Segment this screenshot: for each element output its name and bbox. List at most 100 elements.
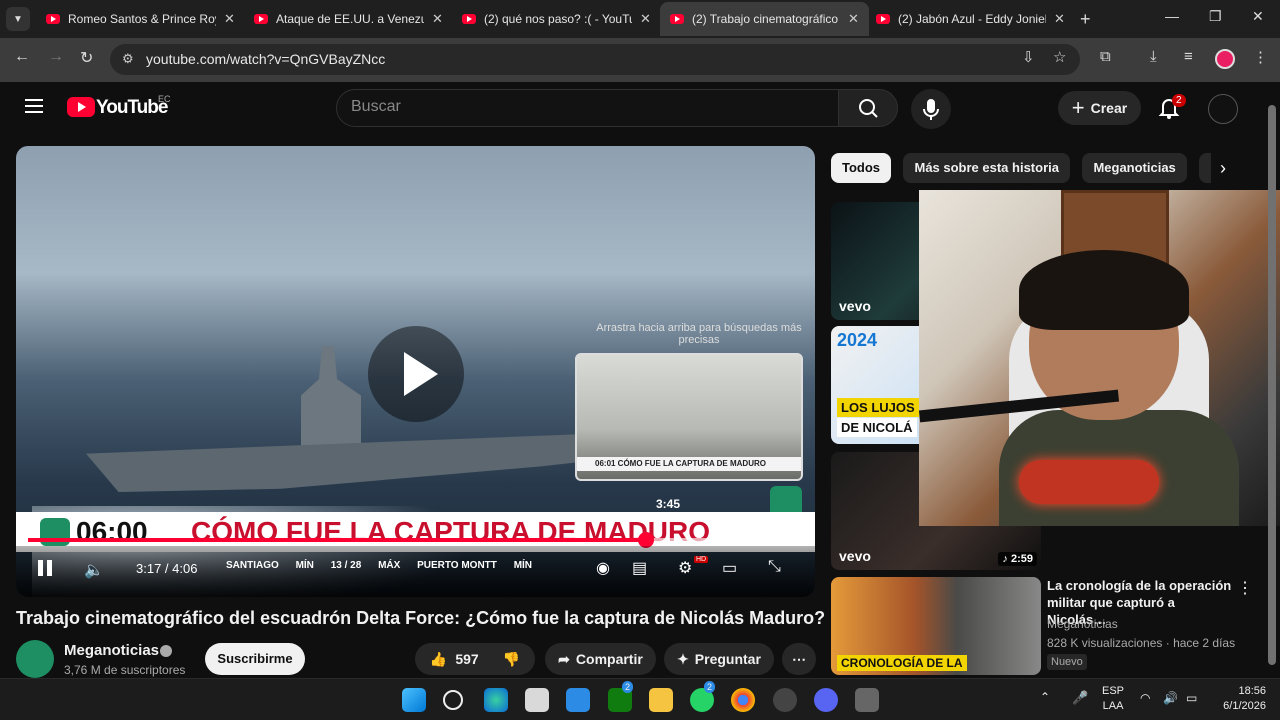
battery-icon[interactable]: ▭: [1186, 691, 1197, 706]
minimize-icon[interactable]: —: [1165, 8, 1179, 24]
pause-icon[interactable]: [38, 560, 52, 576]
reload-icon[interactable]: ↻: [80, 48, 93, 68]
vevo-label: vevo: [839, 298, 871, 314]
close-tab-icon[interactable]: ✕: [640, 11, 651, 27]
bookmark-star-icon[interactable]: ☆: [1053, 48, 1066, 66]
close-tab-icon[interactable]: ✕: [1054, 11, 1065, 27]
subtitles-icon[interactable]: ▤: [632, 558, 647, 578]
more-actions-button[interactable]: ⋯: [782, 643, 816, 675]
chrome-icon[interactable]: [731, 688, 755, 712]
windows-taskbar: 2 2 ⌃ 🎤 ESP LAA ◠ 🔊 ▭ 18:56 6/1/2026: [0, 678, 1280, 720]
share-button[interactable]: ➦ Compartir: [545, 643, 656, 675]
profile-avatar[interactable]: [1215, 49, 1235, 69]
clock[interactable]: 18:56 6/1/2026: [1212, 684, 1266, 714]
menu-icon[interactable]: [25, 99, 43, 113]
chip-story[interactable]: Más sobre esta historia: [903, 153, 1070, 183]
app-icon[interactable]: [566, 688, 590, 712]
back-icon[interactable]: ←: [14, 48, 30, 66]
file-explorer-icon[interactable]: [649, 688, 673, 712]
extensions-icon[interactable]: ⧉: [1100, 48, 1111, 65]
downloads-icon[interactable]: ⤓: [1150, 48, 1157, 65]
search-icon[interactable]: [443, 690, 463, 710]
close-tab-icon[interactable]: ✕: [848, 11, 859, 27]
vevo-label: vevo: [839, 548, 871, 564]
tab-title: (2) Trabajo cinematográfico: [692, 12, 839, 26]
chevron-up-icon[interactable]: ⌃: [1040, 690, 1050, 705]
app-icon[interactable]: [773, 688, 797, 712]
search-box[interactable]: [336, 89, 839, 127]
install-app-icon[interactable]: ⇩: [1022, 48, 1035, 66]
media-controls-icon[interactable]: ≡: [1184, 48, 1193, 65]
forward-icon[interactable]: →: [48, 48, 64, 66]
chip-related[interactable]: Re: [1199, 153, 1211, 183]
chip-all[interactable]: Todos: [831, 153, 892, 183]
browser-tab-active[interactable]: (2) Trabajo cinematográfico ✕: [660, 2, 869, 36]
close-window-icon[interactable]: ✕: [1252, 8, 1264, 25]
autoplay-toggle-icon[interactable]: ◉: [596, 558, 610, 578]
news-ticker: SANTIAGO MÍN 13 / 28 MÁX PUERTO MONTT MÍ…: [226, 560, 546, 571]
volume-icon[interactable]: 🔊: [1163, 691, 1178, 706]
theater-mode-icon[interactable]: ▭: [722, 558, 737, 578]
thumb-caption: LOS LUJOS: [837, 398, 919, 417]
time-display: 3:17 / 4:06: [136, 561, 198, 576]
close-tab-icon[interactable]: ✕: [224, 11, 235, 27]
page-scrollbar[interactable]: [1268, 95, 1276, 675]
related-thumbnail[interactable]: CRONOLOGÍA DE LA: [831, 577, 1041, 675]
microphone-icon[interactable]: 🎤: [1072, 690, 1088, 705]
ask-button[interactable]: ✦ Preguntar: [664, 643, 774, 675]
subscribe-button[interactable]: Suscribirme: [205, 643, 305, 675]
tab-search-button[interactable]: ▼: [6, 7, 30, 31]
restore-icon[interactable]: ❐: [1209, 8, 1222, 25]
channel-avatar[interactable]: [16, 640, 54, 678]
youtube-favicon-icon: [670, 14, 684, 24]
create-label: Crear: [1090, 100, 1128, 116]
tab-title: (2) Jabón Azul - Eddy Joniel: [898, 12, 1046, 26]
store-icon[interactable]: [525, 688, 549, 712]
new-tab-icon[interactable]: +: [1080, 9, 1091, 30]
progress-bar[interactable]: [28, 532, 803, 548]
address-bar[interactable]: ⚙ youtube.com/watch?v=QnGVBayZNcc: [110, 44, 1080, 75]
close-tab-icon[interactable]: ✕: [432, 11, 443, 27]
chevron-right-icon[interactable]: ›: [1220, 158, 1226, 179]
browser-toolbar: ← → ↻ ⚙ youtube.com/watch?v=QnGVBayZNcc …: [0, 38, 1280, 82]
site-info-icon[interactable]: ⚙: [122, 51, 134, 67]
chip-channel[interactable]: Meganoticias: [1082, 153, 1187, 183]
like-icon[interactable]: 👍: [430, 651, 447, 668]
browser-tab[interactable]: Romeo Santos & Prince Roy ✕: [36, 2, 245, 36]
settings-gear-icon[interactable]: ⚙: [678, 558, 692, 578]
youtube-logo-text[interactable]: YouTube: [96, 97, 168, 119]
edge-icon[interactable]: [484, 688, 508, 712]
thumb-caption: CRONOLOGÍA DE LA: [837, 655, 967, 671]
video-player[interactable]: Arrastra hacia arriba para búsquedas más…: [16, 146, 815, 597]
app-icon[interactable]: [855, 688, 879, 712]
voice-search-button[interactable]: [911, 89, 951, 129]
discord-icon[interactable]: [814, 688, 838, 712]
fullscreen-icon[interactable]: ⤡: [768, 558, 781, 576]
browser-tab[interactable]: (2) qué nos paso? :( - YouTu ✕: [452, 2, 661, 36]
hd-badge: HD: [694, 556, 709, 563]
create-button[interactable]: + Crear: [1058, 91, 1141, 125]
browser-tab[interactable]: Ataque de EE.UU. a Venezue ✕: [244, 2, 453, 36]
channel-name[interactable]: Meganoticias: [64, 642, 159, 659]
youtube-logo-icon[interactable]: [67, 97, 95, 117]
windows-start-icon[interactable]: [402, 688, 426, 712]
language-indicator[interactable]: ESP LAA: [1102, 684, 1124, 714]
browser-menu-icon[interactable]: ⋮: [1253, 48, 1268, 66]
play-button-overlay[interactable]: [368, 326, 464, 422]
dislike-icon[interactable]: 👎: [503, 651, 520, 668]
like-count[interactable]: 597: [455, 651, 478, 667]
notifications-count-badge: 2: [1172, 94, 1186, 107]
related-channel-name[interactable]: Meganoticias: [1047, 617, 1118, 631]
scrollbar-thumb[interactable]: [1268, 105, 1276, 665]
more-vert-icon[interactable]: ⋮: [1237, 578, 1253, 598]
ticker-item: MÁX: [378, 560, 401, 571]
url-text[interactable]: youtube.com/watch?v=QnGVBayZNcc: [146, 51, 385, 67]
preview-time: 3:45: [656, 497, 681, 511]
wifi-icon[interactable]: ◠: [1140, 691, 1150, 706]
search-input[interactable]: [351, 98, 821, 116]
account-avatar[interactable]: [1208, 94, 1238, 124]
search-button[interactable]: [838, 89, 898, 127]
volume-icon[interactable]: 🔈: [84, 560, 104, 580]
browser-tab[interactable]: (2) Jabón Azul - Eddy Joniel ✕: [866, 2, 1075, 36]
share-icon: ➦: [558, 650, 570, 667]
